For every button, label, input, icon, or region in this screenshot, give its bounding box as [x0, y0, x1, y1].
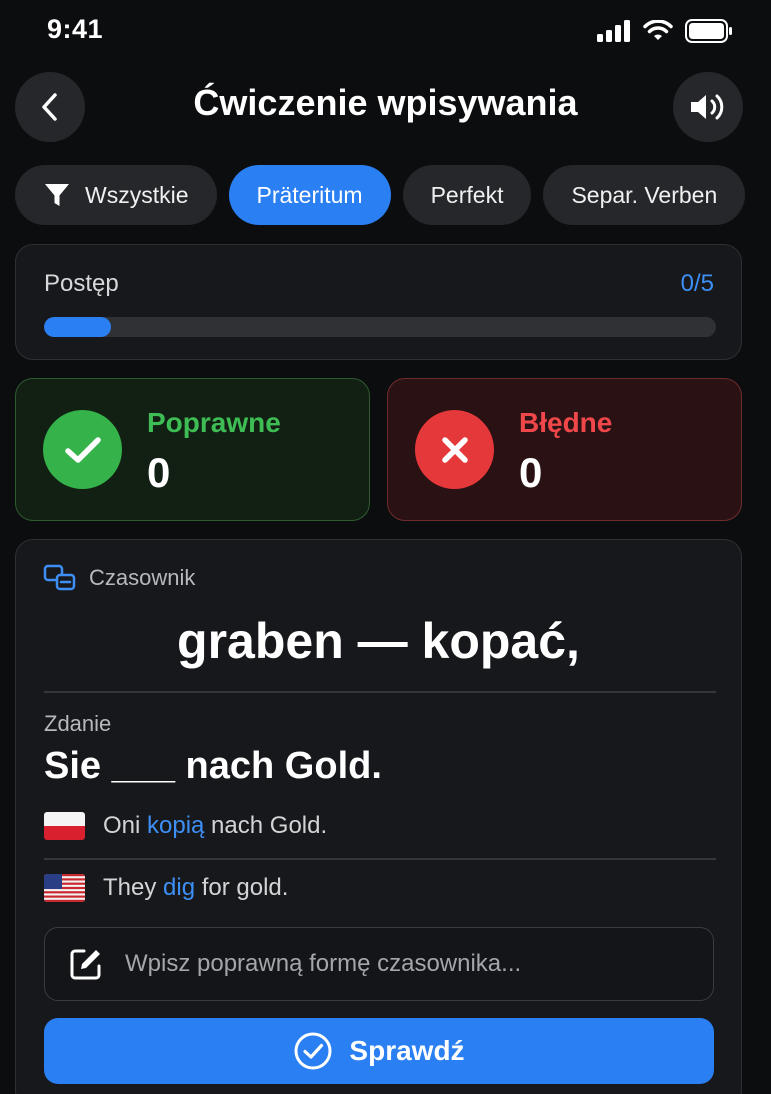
- battery-icon: [685, 19, 732, 43]
- progress-bar: [44, 317, 716, 337]
- exercise-card: Czasownik graben — kopać, Zdanie Sie ___…: [15, 539, 742, 1094]
- speaker-icon: [691, 94, 724, 120]
- wrong-score-card: Błędne 0: [387, 378, 742, 521]
- correct-score-card: Poprawne 0: [15, 378, 370, 521]
- poland-flag-icon: [44, 812, 85, 840]
- progress-count: 0/5: [680, 270, 714, 297]
- check-circle-icon: [294, 1032, 332, 1070]
- translation-polish-text: Oni kopią nach Gold.: [103, 812, 327, 840]
- divider: [44, 691, 716, 693]
- filter-chip-label: Wszystkie: [85, 181, 189, 208]
- divider: [44, 858, 716, 860]
- verb-tag: Czasownik: [43, 564, 195, 592]
- wifi-icon: [643, 20, 673, 40]
- checkmark-icon: [64, 436, 101, 463]
- filter-chip-label: Separ. Verben: [571, 181, 718, 208]
- answer-input[interactable]: [125, 950, 713, 978]
- filter-chips: Wszystkie Präteritum Perfekt Separ. Verb…: [15, 165, 771, 225]
- page-title: Ćwiczenie wpisywania: [193, 82, 578, 123]
- translation-text: Oni: [103, 812, 148, 839]
- progress-bar-fill: [44, 317, 112, 337]
- translation-english-text: They dig for gold.: [103, 874, 288, 902]
- status-icons: [597, 19, 733, 43]
- filter-chip-all[interactable]: Wszystkie: [15, 165, 217, 225]
- cross-badge: [415, 410, 494, 489]
- status-bar: 9:41: [0, 0, 771, 62]
- check-button[interactable]: Sprawdź: [44, 1018, 714, 1084]
- translation-text: They: [103, 874, 164, 901]
- sentence-label: Zdanie: [44, 711, 112, 736]
- correct-count: 0: [147, 449, 171, 496]
- wrong-count: 0: [519, 449, 543, 496]
- wrong-label: Błędne: [519, 407, 613, 438]
- progress-label: Postęp: [44, 270, 119, 297]
- translate-icon: [43, 564, 76, 591]
- correct-label: Poprawne: [147, 407, 281, 438]
- filter-chip-separable-verbs[interactable]: Separ. Verben: [543, 165, 746, 225]
- translation-text: nach Gold.: [204, 812, 328, 839]
- translation-polish: Oni kopią nach Gold.: [44, 812, 327, 840]
- filter-chip-perfekt[interactable]: Perfekt: [402, 165, 532, 225]
- answer-field[interactable]: [44, 927, 714, 1001]
- verb-tag-label: Czasownik: [89, 565, 196, 590]
- sound-button[interactable]: [673, 72, 743, 142]
- signal-icon: [597, 20, 630, 42]
- verb-heading: graben — kopać,: [177, 613, 580, 669]
- status-time: 9:41: [47, 14, 104, 44]
- close-icon: [441, 436, 468, 463]
- edit-icon: [69, 947, 103, 981]
- translation-english: They dig for gold.: [44, 874, 288, 902]
- check-badge: [43, 410, 122, 489]
- check-button-label: Sprawdź: [349, 1035, 465, 1066]
- progress-card: Postęp 0/5: [15, 244, 742, 360]
- sentence-text: Sie ___ nach Gold.: [44, 745, 382, 787]
- translation-highlight: dig: [163, 874, 196, 901]
- usa-flag-icon: [44, 874, 85, 902]
- translation-highlight: kopią: [147, 812, 205, 839]
- filter-chip-label: Perfekt: [430, 181, 504, 208]
- filter-chip-label: Präteritum: [256, 181, 363, 208]
- filter-icon: [43, 181, 71, 209]
- translation-text: for gold.: [195, 874, 289, 901]
- filter-chip-prateritum[interactable]: Präteritum: [228, 165, 391, 225]
